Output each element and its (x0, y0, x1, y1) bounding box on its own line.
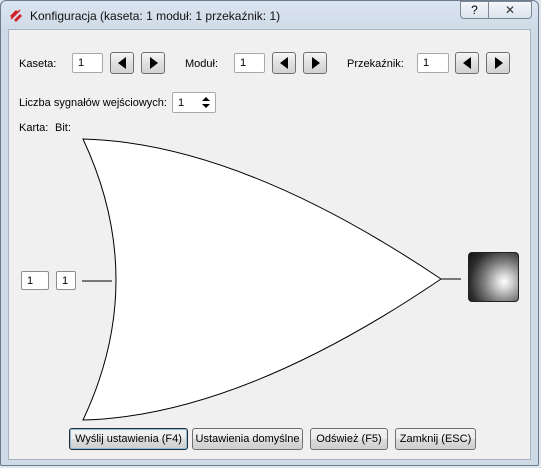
close-window-button[interactable]: ✕ (489, 1, 532, 19)
input-karta-field[interactable]: 1 (21, 271, 49, 290)
refresh-button[interactable]: Odśwież (F5) (310, 428, 388, 450)
app-logo-icon (10, 9, 22, 22)
window-title: Konfiguracja (kaseta: 1 moduł: 1 przekaź… (30, 9, 281, 23)
title-bar: Konfiguracja (kaseta: 1 moduł: 1 przekaź… (1, 1, 538, 29)
send-settings-button[interactable]: Wyślij ustawienia (F4) (69, 428, 188, 450)
or-gate-diagram (82, 138, 461, 421)
close-icon: ✕ (504, 3, 516, 17)
help-button[interactable]: ? (460, 1, 489, 19)
config-window: Konfiguracja (kaseta: 1 moduł: 1 przekaź… (0, 0, 539, 466)
close-button[interactable]: Zamknij (ESC) (395, 428, 476, 450)
client-area: Kaseta: 1 Moduł: 1 Przekaźnik: 1 Liczba … (8, 29, 531, 460)
input-bit-field[interactable]: 1 (56, 271, 76, 290)
default-settings-button[interactable]: Ustawienia domyślne (192, 428, 303, 450)
help-icon: ? (471, 3, 478, 17)
or-gate-shape (82, 138, 442, 421)
output-led-indicator (468, 252, 519, 302)
